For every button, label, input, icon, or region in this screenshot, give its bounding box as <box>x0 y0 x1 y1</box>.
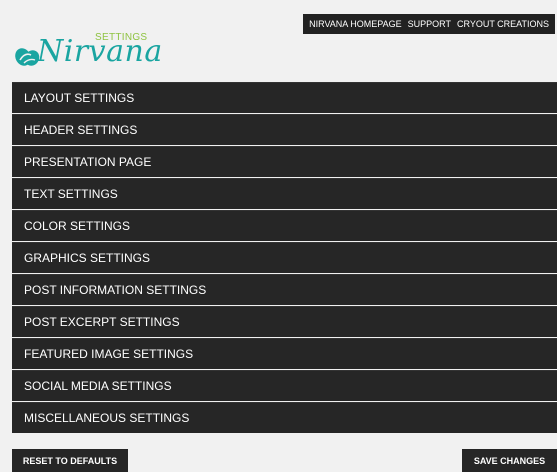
logo-name: Nirvana <box>37 34 163 69</box>
menu-item-graphics-settings[interactable]: GRAPHICS SETTINGS <box>12 242 557 273</box>
nirvana-homepage-link[interactable]: NIRVANA HOMEPAGE <box>306 19 405 29</box>
menu-item-layout-settings[interactable]: LAYOUT SETTINGS <box>12 82 557 113</box>
menu-item-post-excerpt-settings[interactable]: POST EXCERPT SETTINGS <box>12 306 557 337</box>
reset-to-defaults-button[interactable]: RESET TO DEFAULTS <box>12 449 128 472</box>
save-changes-button[interactable]: SAVE CHANGES <box>462 449 557 472</box>
menu-item-featured-image-settings[interactable]: FEATURED IMAGE SETTINGS <box>12 338 557 369</box>
settings-menu: LAYOUT SETTINGS HEADER SETTINGS PRESENTA… <box>12 82 557 434</box>
top-links-bar: NIRVANA HOMEPAGE SUPPORT CRYOUT CREATION… <box>303 14 555 34</box>
menu-item-post-information-settings[interactable]: POST INFORMATION SETTINGS <box>12 274 557 305</box>
support-link[interactable]: SUPPORT <box>405 19 454 29</box>
menu-item-miscellaneous-settings[interactable]: MISCELLANEOUS SETTINGS <box>12 402 557 433</box>
cryout-creations-link[interactable]: CRYOUT CREATIONS <box>454 19 552 29</box>
settings-page: NIRVANA HOMEPAGE SUPPORT CRYOUT CREATION… <box>0 0 557 472</box>
menu-item-text-settings[interactable]: TEXT SETTINGS <box>12 178 557 209</box>
nirvana-logo: SETTINGS Nirvana <box>15 22 185 74</box>
menu-item-presentation-page[interactable]: PRESENTATION PAGE <box>12 146 557 177</box>
menu-item-social-media-settings[interactable]: SOCIAL MEDIA SETTINGS <box>12 370 557 401</box>
menu-item-header-settings[interactable]: HEADER SETTINGS <box>12 114 557 145</box>
menu-item-color-settings[interactable]: COLOR SETTINGS <box>12 210 557 241</box>
